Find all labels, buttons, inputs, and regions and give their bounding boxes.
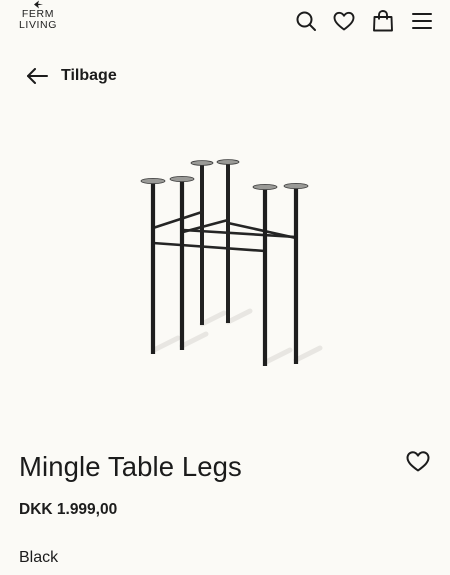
heart-icon[interactable] [332,9,356,33]
wishlist-heart-icon[interactable] [405,449,431,473]
search-icon[interactable] [294,9,318,33]
product-color[interactable]: Black [19,549,58,567]
arrow-left-icon [27,68,48,84]
product-price: DKK 1.999,00 [19,501,118,518]
ferm-living-logo[interactable]: FERM LIVING [18,0,58,40]
site-header: FERM LIVING [0,0,450,44]
table-legs-image[interactable] [120,150,330,375]
back-link[interactable]: Tilbage [26,64,117,88]
product-page: FERM LIVING Tilbage Mingle Table Legs DK… [0,0,450,575]
logo-text-line2: LIVING [18,19,58,31]
product-title: Mingle Table Legs [19,451,242,482]
shopping-bag-icon[interactable] [371,9,395,33]
menu-icon[interactable] [410,9,434,33]
back-label: Tilbage [61,67,117,84]
